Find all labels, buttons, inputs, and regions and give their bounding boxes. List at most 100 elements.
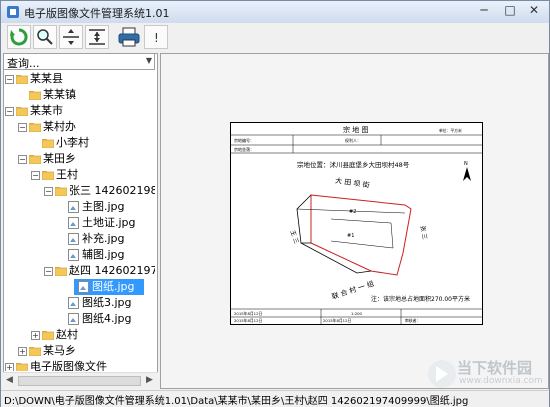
tree-folder-item[interactable]: − 某某县 — [4, 71, 152, 87]
image-file-icon — [68, 217, 79, 229]
folder-icon — [29, 155, 41, 164]
tree-file-item[interactable]: 补充.jpg — [4, 231, 152, 247]
app-window: 电子版图像文件管理系统1.01 ─ □ ✕ ! 查询... ▼ − 某某县 某某… — [0, 0, 550, 407]
folder-icon — [42, 171, 54, 180]
title-bar: 电子版图像文件管理系统1.01 ─ □ ✕ — [1, 1, 549, 24]
document-image[interactable]: 宗 地 图 单位：平方米 宗地编号： 权利人： 宗地坐落： 宗地位置：沭川县庭堡… — [230, 122, 483, 325]
tree-file-item[interactable]: 图纸3.jpg — [4, 295, 152, 311]
tree-item-label: 补充.jpg — [82, 232, 125, 245]
tree-folder-item[interactable]: − 王村 — [4, 167, 152, 183]
tree-folder-item[interactable]: − 张三 142602198708 — [4, 183, 155, 199]
tree-folder-item[interactable]: − 某村办 — [4, 119, 152, 135]
zoom-button[interactable] — [33, 25, 57, 49]
fit-height-button[interactable] — [59, 25, 83, 49]
minimize-button[interactable]: ─ — [471, 1, 497, 19]
cadastral-map: 宗 地 图 单位：平方米 宗地编号： 权利人： 宗地坐落： 宗地位置：沭川县庭堡… — [231, 123, 482, 324]
zoom-icon — [37, 29, 53, 45]
status-path: D:\DOWN\电子版图像文件管理系统1.01\Data\某某市\某田乡\王村\… — [4, 396, 469, 407]
collapse-icon[interactable]: − — [31, 171, 40, 180]
image-file-icon — [68, 201, 79, 213]
image-file-icon — [68, 249, 79, 261]
map-title: 宗 地 图 — [343, 125, 368, 134]
search-dropdown-value: 查询... — [7, 57, 40, 70]
footer-date-2: 2015年8月12日 — [234, 318, 263, 323]
print-button[interactable] — [116, 25, 140, 49]
app-icon — [7, 6, 19, 18]
area-note: 注：该宗地总占地面积270.00平方米 — [371, 295, 470, 303]
scrollbar-thumb[interactable] — [18, 376, 141, 386]
refresh-button[interactable] — [7, 25, 31, 49]
tree-folder-item[interactable]: 小李村 — [4, 135, 152, 151]
folder-icon — [55, 187, 67, 196]
expand-icon[interactable]: + — [31, 331, 40, 340]
tree-item-label: 小李村 — [56, 136, 89, 149]
collapse-icon[interactable]: − — [18, 123, 27, 132]
tree-item-label: 赵四 142602197409 — [69, 264, 155, 277]
scroll-right-icon[interactable]: ▶ — [146, 375, 153, 385]
tree-item-label: 某某镇 — [43, 88, 76, 101]
tree-item-label: 张三 142602198708 — [69, 184, 155, 197]
footer-scale: 1:200 — [351, 311, 363, 316]
tree-item-label: 图纸4.jpg — [82, 312, 132, 325]
svg-text:!: ! — [154, 31, 159, 45]
image-file-icon — [68, 233, 79, 245]
zone-2-label: #2 — [349, 209, 356, 215]
expand-icon[interactable]: + — [5, 363, 14, 371]
image-file-icon — [68, 297, 79, 309]
tree-folder-item[interactable]: + 某马乡 — [4, 343, 152, 359]
chevron-down-icon: ▼ — [145, 56, 152, 65]
owner-label: 权利人： — [345, 137, 361, 143]
tree-item-label: 电子版图像文件 — [30, 360, 107, 371]
collapse-icon[interactable]: − — [5, 75, 14, 84]
tree-item-label: 辅图.jpg — [82, 248, 125, 261]
tree-item-label: 某某县 — [30, 72, 63, 85]
footer-date-3: 2015年8月12日 — [323, 318, 352, 323]
close-button[interactable]: ✕ — [519, 1, 549, 19]
folder-icon — [16, 363, 28, 371]
collapse-icon[interactable]: − — [5, 107, 14, 116]
tree-file-item[interactable]: 图纸.jpg — [74, 279, 144, 295]
tree-item-label: 主图.jpg — [82, 200, 125, 213]
tree-folder-item[interactable]: 某某镇 — [4, 87, 152, 103]
tree-folder-item[interactable]: + 电子版图像文件 — [4, 359, 152, 371]
tree-item-label: 某马乡 — [43, 344, 76, 357]
folder-icon — [16, 107, 28, 116]
image-file-icon — [68, 313, 79, 325]
info-icon: ! — [154, 31, 159, 45]
tree-item-label: 某田乡 — [43, 152, 76, 165]
folder-icon — [29, 347, 41, 356]
tree-file-item[interactable]: 土地证.jpg — [4, 215, 152, 231]
print-icon — [118, 27, 140, 47]
refresh-icon — [10, 28, 28, 46]
info-button[interactable]: ! — [144, 25, 168, 49]
map-scale-label: 单位：平方米 — [439, 128, 462, 133]
collapse-icon[interactable]: − — [18, 155, 27, 164]
tree-file-item[interactable]: 图纸4.jpg — [4, 311, 152, 327]
watermark-text: 当下软件园 — [457, 359, 533, 377]
tree-item-label: 赵村 — [56, 328, 78, 341]
horizontal-scrollbar[interactable]: ◀ ▶ — [3, 372, 158, 389]
tree-folder-item[interactable]: − 某田乡 — [4, 151, 152, 167]
image-file-icon — [78, 281, 89, 293]
tree-file-item[interactable]: 辅图.jpg — [4, 247, 152, 263]
window-title: 电子版图像文件管理系统1.01 — [24, 7, 170, 20]
fit-width-icon — [89, 29, 105, 45]
search-dropdown[interactable]: 查询... ▼ — [3, 53, 155, 70]
north-label: N — [464, 161, 468, 167]
expand-icon[interactable]: + — [18, 347, 27, 356]
tree-folder-item[interactable]: − 某某市 — [4, 103, 152, 119]
folder-icon — [42, 331, 54, 340]
tree-folder-item[interactable]: + 赵村 — [4, 327, 152, 343]
tree-folder-item[interactable]: − 赵四 142602197409 — [4, 263, 155, 279]
tree-file-item[interactable]: 主图.jpg — [4, 199, 152, 215]
collapse-icon[interactable]: − — [44, 267, 53, 276]
zone-1-label: #1 — [347, 233, 354, 239]
collapse-icon[interactable]: − — [44, 187, 53, 196]
fit-width-button[interactable] — [85, 25, 109, 49]
scroll-left-icon[interactable]: ◀ — [6, 375, 13, 385]
folder-icon — [29, 91, 41, 100]
folder-icon — [16, 75, 28, 84]
folder-tree: −某某县某某镇−某某市−某村办小李村−某田乡−王村−张三 14260219870… — [4, 71, 155, 371]
watermark-url: www.downxia.com — [459, 376, 543, 386]
tree-item-label: 某某市 — [30, 104, 63, 117]
